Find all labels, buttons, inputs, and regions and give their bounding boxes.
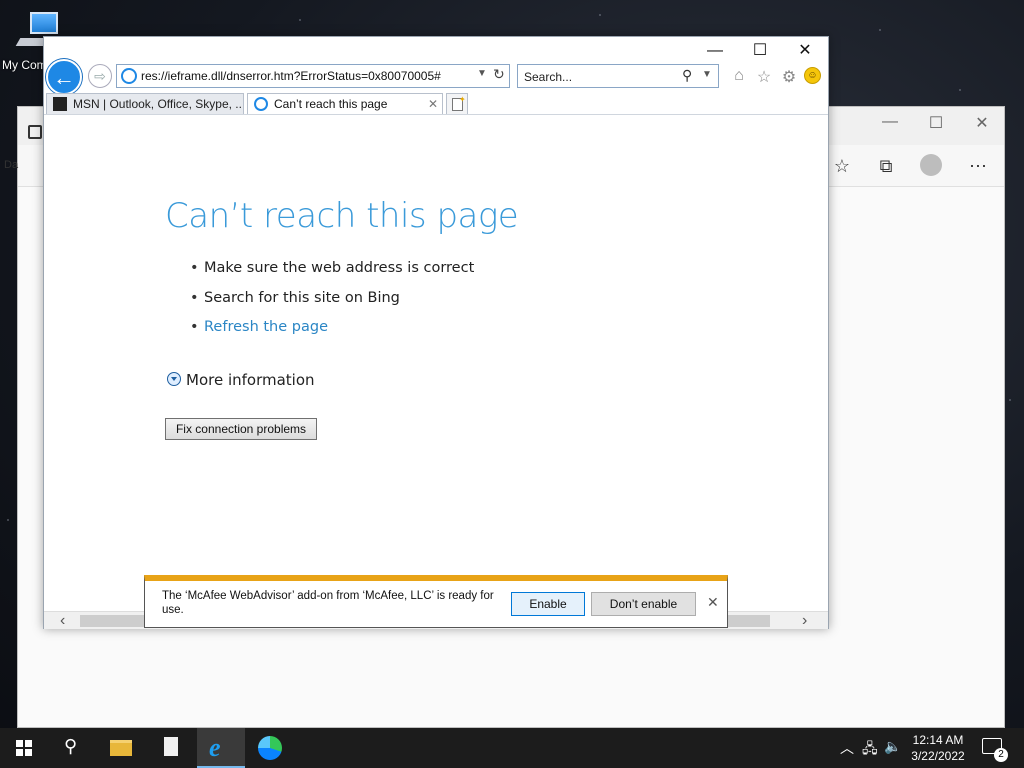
expand-chevron-icon (167, 372, 181, 386)
settings-gear-icon[interactable]: ⚙ (779, 67, 799, 87)
refresh-icon[interactable]: ↻ (493, 66, 505, 83)
more-information-toggle[interactable]: More information (167, 371, 315, 389)
enable-button[interactable]: Enable (511, 592, 585, 616)
new-tab-star-icon: ✦ (459, 95, 466, 104)
search-icon: ⚲ (64, 736, 78, 756)
new-tab-button[interactable]: ✦ (446, 93, 468, 115)
fix-connection-button[interactable]: Fix connection problems (165, 418, 317, 440)
taskbar: ⚲ e ︿ 🖧 🔈 12:14 AM 3/22/2022 2 (0, 728, 1024, 768)
forward-button[interactable]: ⇨ (88, 64, 112, 88)
page-content: Can’t reach this page Make sure the web … (44, 115, 828, 611)
address-dropdown-icon[interactable]: ▼ (477, 68, 487, 79)
tab-label: Can’t reach this page (274, 97, 388, 111)
notification-message: The ‘McAfee WebAdvisor’ add-on from ‘McA… (162, 590, 494, 616)
show-hidden-icons-chevron-icon[interactable]: ︿ (840, 738, 854, 758)
edge-icon (258, 736, 282, 760)
edge-close-icon[interactable]: ✕ (972, 113, 992, 133)
favorites-star-icon[interactable]: ☆ (830, 155, 854, 177)
suggestion-item: Search for this site on Bing (190, 290, 474, 320)
back-button[interactable]: ← (46, 59, 82, 95)
edge-taskbar-button[interactable] (246, 728, 294, 768)
suggestion-list: Make sure the web address is correct Sea… (190, 260, 474, 349)
volume-icon[interactable]: 🔈 (884, 738, 901, 755)
file-explorer-button[interactable] (98, 728, 146, 768)
notification-close-icon[interactable]: ✕ (707, 594, 719, 611)
close-button[interactable]: ✕ (790, 41, 820, 61)
edge-partial-label: Da (4, 159, 19, 171)
addon-notification-bar: The ‘McAfee WebAdvisor’ add-on from ‘McA… (144, 575, 728, 628)
network-icon[interactable]: 🖧 (862, 738, 878, 762)
edge-minimize-icon[interactable]: — (880, 113, 900, 131)
internet-explorer-icon: e (209, 733, 221, 762)
ie-window: — ☐ ✕ ← ⇨ res://ieframe.dll/dnserror.htm… (43, 36, 829, 629)
more-information-label: More information (186, 371, 315, 389)
feedback-smiley-icon[interactable]: ☺ (804, 67, 821, 84)
search-icon[interactable]: ⚲ (682, 67, 692, 84)
minimize-button[interactable]: — (700, 41, 730, 61)
computer-icon (30, 12, 58, 34)
favorites-icon[interactable]: ☆ (754, 67, 774, 87)
notification-count-badge: 2 (994, 748, 1008, 762)
scroll-right-icon[interactable]: › (802, 612, 807, 630)
profile-avatar[interactable] (920, 154, 942, 176)
address-bar[interactable]: res://ieframe.dll/dnserror.htm?ErrorStat… (116, 64, 510, 88)
clock-time: 12:14 AM (912, 733, 964, 747)
more-options-icon[interactable]: ⋯ (966, 155, 990, 177)
suggestion-item: Make sure the web address is correct (190, 260, 474, 290)
tab-bar: MSN | Outlook, Office, Skype, ... Can’t … (44, 91, 828, 115)
document-icon (164, 737, 178, 756)
refresh-page-link[interactable]: Refresh the page (190, 319, 474, 349)
ie-page-icon (121, 68, 137, 84)
dont-enable-button[interactable]: Don’t enable (591, 592, 696, 616)
edge-maximize-icon[interactable]: ☐ (926, 113, 946, 133)
search-input[interactable] (524, 69, 674, 85)
scroll-left-icon[interactable]: ‹ (60, 612, 65, 630)
ie-favicon-icon (254, 97, 268, 111)
notepad-button[interactable] (148, 728, 196, 768)
tab-close-icon[interactable]: ✕ (428, 94, 438, 114)
desktop-icon-label: My Com (2, 58, 47, 72)
search-box: ⚲ ▼ (517, 64, 719, 88)
folder-icon (110, 740, 132, 756)
clock[interactable]: 12:14 AM 3/22/2022 (902, 732, 974, 764)
internet-explorer-taskbar-button[interactable]: e (197, 728, 245, 768)
tab-cant-reach[interactable]: Can’t reach this page ✕ (247, 93, 443, 115)
search-dropdown-icon[interactable]: ▼ (702, 69, 712, 80)
msn-favicon-icon (53, 97, 67, 111)
windows-logo-icon (16, 740, 32, 756)
tab-label: MSN | Outlook, Office, Skype, ... (73, 97, 244, 111)
page-title: Can’t reach this page (165, 196, 519, 236)
ie-titlebar: — ☐ ✕ (44, 37, 828, 65)
maximize-button[interactable]: ☐ (745, 41, 775, 61)
address-text: res://ieframe.dll/dnserror.htm?ErrorStat… (141, 69, 441, 83)
edge-tab-actions-icon[interactable] (28, 125, 42, 139)
clock-date: 3/22/2022 (911, 749, 965, 763)
home-icon[interactable]: ⌂ (729, 67, 749, 85)
tab-msn[interactable]: MSN | Outlook, Office, Skype, ... (46, 93, 244, 115)
collections-icon[interactable]: ⧉ (874, 155, 898, 177)
taskbar-search-button[interactable]: ⚲ (48, 728, 96, 768)
start-button[interactable] (0, 728, 48, 768)
